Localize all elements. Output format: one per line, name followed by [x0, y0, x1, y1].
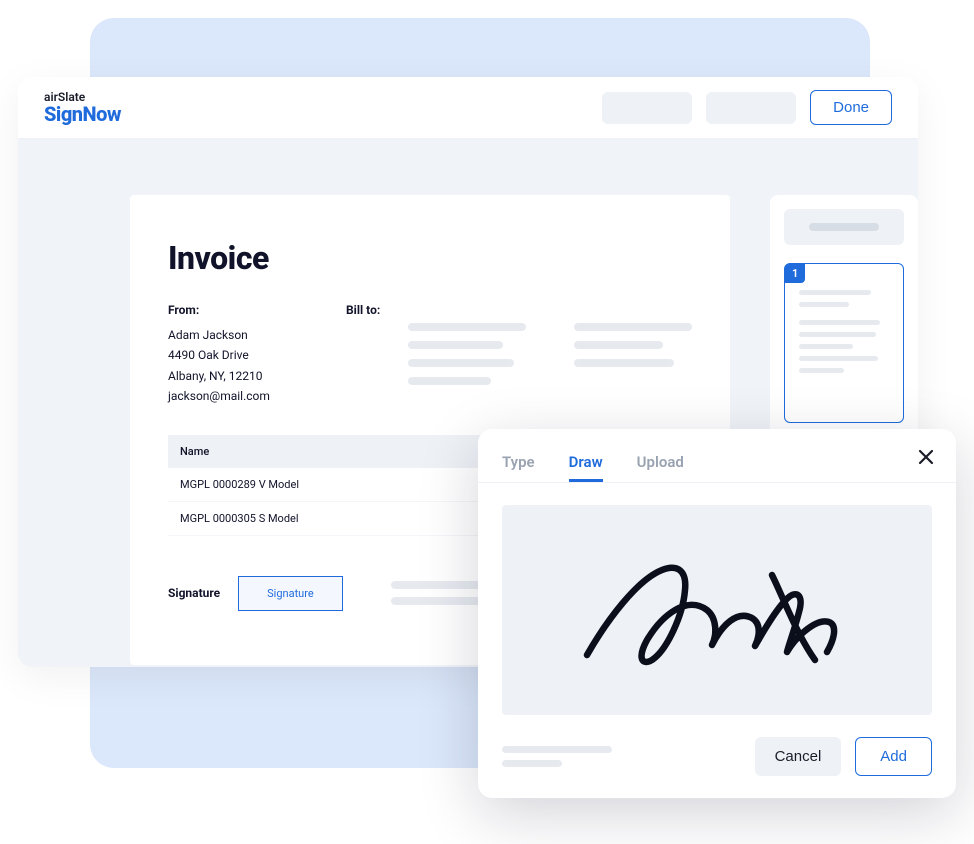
info-row: From: Adam Jackson 4490 Oak Drive Albany… [168, 303, 692, 407]
page-number-badge: 1 [785, 264, 805, 283]
brand-bottom: SignNow [44, 104, 121, 124]
from-block: From: Adam Jackson 4490 Oak Drive Albany… [168, 303, 318, 407]
header-placeholder-button-2[interactable] [706, 92, 796, 124]
from-city: Albany, NY, 12210 [168, 366, 318, 386]
header-placeholder-button-1[interactable] [602, 92, 692, 124]
signature-footer: Cancel Add [478, 737, 956, 798]
signature-footer-actions: Cancel Add [755, 737, 932, 776]
sidebar-tool-placeholder[interactable] [784, 209, 904, 245]
page-thumbnail-1[interactable]: 1 [784, 263, 904, 423]
from-label: From: [168, 303, 318, 317]
from-email: jackson@mail.com [168, 386, 318, 406]
signature-tabs: Type Draw Upload [478, 429, 956, 483]
from-name: Adam Jackson [168, 325, 318, 345]
add-button[interactable]: Add [855, 737, 932, 776]
signature-label: Signature [168, 586, 220, 600]
billto-block: Bill to: [346, 303, 380, 407]
billto-label: Bill to: [346, 303, 380, 317]
from-street: 4490 Oak Drive [168, 345, 318, 365]
tab-upload[interactable]: Upload [637, 445, 684, 482]
tab-type[interactable]: Type [502, 445, 535, 482]
signature-popup: Type Draw Upload Cancel Add [478, 429, 956, 798]
signature-draw-area[interactable] [502, 505, 932, 715]
cancel-button[interactable]: Cancel [755, 737, 842, 776]
app-header: airSlate SignNow Done [18, 77, 918, 139]
cell-name: MGPL 0000289 V Model [168, 468, 456, 502]
header-actions: Done [602, 90, 892, 125]
brand-logo: airSlate SignNow [44, 91, 121, 124]
signature-drawing-icon [567, 540, 867, 680]
close-icon[interactable] [916, 447, 936, 467]
signature-footer-placeholder [502, 746, 612, 767]
billto-placeholder-col-1 [408, 303, 526, 407]
done-button[interactable]: Done [810, 90, 892, 125]
tab-draw[interactable]: Draw [569, 445, 603, 482]
signature-field[interactable]: Signature [238, 576, 343, 611]
billto-placeholder-col-2 [574, 303, 692, 407]
cell-name: MGPL 0000305 S Model [168, 501, 456, 535]
document-title: Invoice [168, 239, 692, 277]
col-name: Name [168, 435, 456, 468]
